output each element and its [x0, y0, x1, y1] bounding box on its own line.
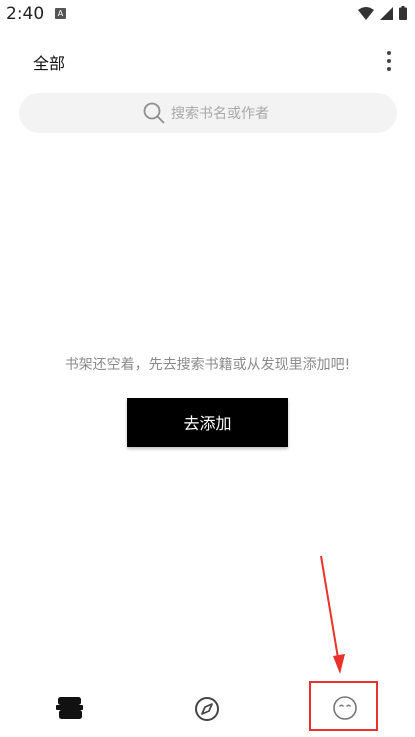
search-icon	[143, 102, 165, 124]
search-placeholder: 搜索书名或作者	[171, 106, 269, 122]
top-bar: 全部	[0, 40, 415, 80]
app-notification-icon: A	[55, 8, 66, 19]
wifi-icon	[358, 6, 374, 20]
signal-icon	[380, 6, 393, 20]
add-books-button[interactable]: 去添加	[127, 398, 288, 447]
profile-icon	[333, 696, 357, 720]
status-time: 2:40	[6, 4, 45, 24]
page-title[interactable]: 全部	[33, 50, 65, 74]
annotation-arrow-icon	[320, 555, 345, 674]
battery-icon	[399, 6, 407, 20]
more-options-icon[interactable]	[380, 48, 398, 74]
nav-explore[interactable]	[194, 696, 220, 726]
nav-bookshelf[interactable]	[56, 696, 83, 724]
compass-icon	[195, 697, 219, 721]
nav-profile[interactable]	[332, 695, 358, 725]
empty-state-message: 书架还空着，先去搜索书籍或从发现里添加吧!	[64, 357, 351, 373]
status-icons	[358, 6, 407, 20]
status-bar: 2:40 A	[0, 0, 415, 28]
bottom-navigation	[0, 683, 415, 737]
search-input[interactable]: 搜索书名或作者	[19, 93, 397, 133]
bookshelf-icon	[56, 697, 83, 719]
